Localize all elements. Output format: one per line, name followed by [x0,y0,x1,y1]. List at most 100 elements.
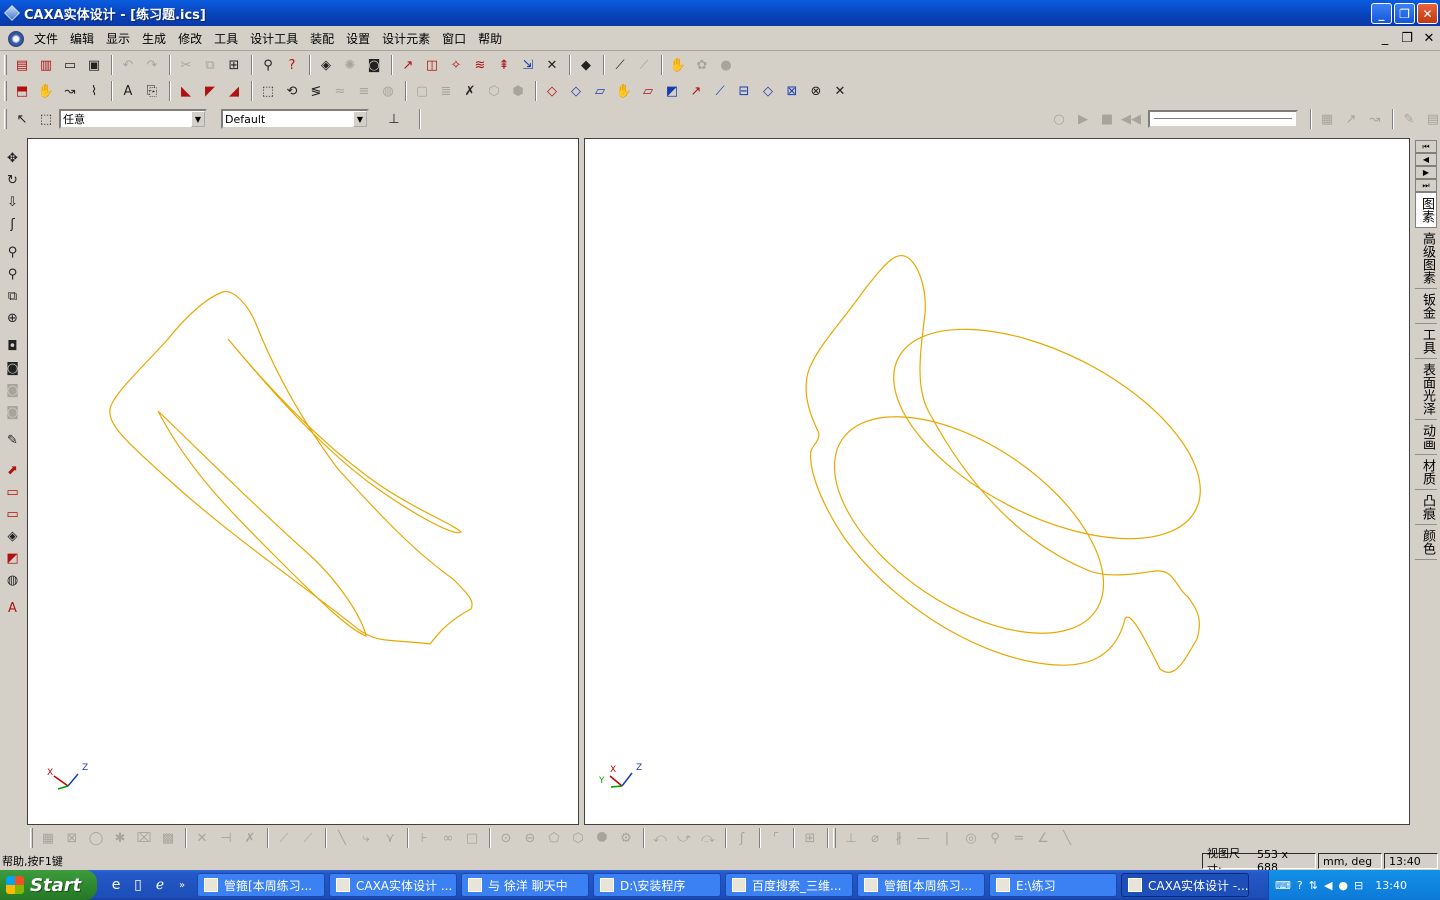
panel-tab[interactable]: 工具 [1415,324,1437,359]
context-help-icon[interactable]: ? [281,54,303,76]
transform-icon[interactable]: ⇲ [517,54,539,76]
sketch-stamp-icon[interactable]: ▩ [157,827,179,849]
anim-curve-icon[interactable]: ↝ [1364,108,1386,130]
constraint-tangent-icon[interactable]: ⌀ [864,827,886,849]
camera-move-icon[interactable]: ◙ [2,380,24,401]
select-box-icon[interactable]: ⬚ [35,108,57,130]
pan-icon[interactable]: ✥ [2,148,24,169]
record-icon[interactable]: ○ [1048,108,1070,130]
surface-loft-icon[interactable]: ◩ [661,80,683,102]
menu-tools[interactable]: 工具 [208,30,244,47]
network-icon[interactable]: ⇅ [1309,879,1318,892]
panel-tab[interactable]: 钣金 [1415,289,1437,324]
split-icon[interactable]: ▢ [411,80,433,102]
next-tab-icon[interactable]: ▶ [1415,166,1437,179]
revolve-solid-icon[interactable]: ✋ [35,80,57,102]
constraint-concentric-icon[interactable]: ◎ [960,827,982,849]
zoom-icon[interactable]: ⚲ [2,242,24,263]
task-button[interactable]: E:\练习 [989,873,1117,897]
lock-icon[interactable]: ⊟ [1354,879,1363,892]
camera-icon[interactable]: ◙ [363,54,385,76]
sketch-oct-icon[interactable]: ⯃ [591,827,613,849]
task-button[interactable]: 与 徐洋 聊天中 [461,873,589,897]
sketch-ellipse-icon[interactable]: ⊖ [519,827,541,849]
face-replace-icon[interactable]: ≡ [353,80,375,102]
trim-icon[interactable]: ✕ [541,54,563,76]
surface-plane-icon[interactable]: ◇ [541,80,563,102]
constraint-vertical-icon[interactable]: | [936,827,958,849]
view-side-icon[interactable]: ◩ [2,548,24,569]
rotate-view-icon[interactable]: ↻ [2,170,24,191]
view-top-icon[interactable]: ▭ [2,504,24,525]
panel-tab[interactable]: 表面光泽 [1415,359,1437,420]
surface-thicken-icon[interactable]: ✕ [829,80,851,102]
sketch-icon[interactable]: ↗ [397,54,419,76]
menu-generate[interactable]: 生成 [136,30,172,47]
browser-icon[interactable]: ℯ [149,874,171,896]
sketch-link-icon[interactable]: ∞ [437,827,459,849]
smart-dimension-icon[interactable]: ✎ [2,430,24,451]
paste-icon[interactable]: ⊞ [223,54,245,76]
copy-icon[interactable]: ⧉ [199,54,221,76]
subtract-icon[interactable]: ⬢ [507,80,529,102]
select-mode-dropdown[interactable]: 任意 ▼ [59,109,207,129]
constraint-slope-icon[interactable]: ╲ [1056,827,1078,849]
loft-solid-icon[interactable]: ⌇ [83,80,105,102]
task-button[interactable]: D:\安装程序 [593,873,721,897]
minimize-button[interactable]: _ [1371,3,1392,24]
paint-icon[interactable]: ⟋ [633,54,655,76]
doc-close-button[interactable]: ✕ [1420,29,1438,47]
menu-view[interactable]: 显示 [100,30,136,47]
menu-modify[interactable]: 修改 [172,30,208,47]
camera-orbit-icon[interactable]: ◙ [2,402,24,423]
task-button[interactable]: CAXA实体设计 -... [1121,873,1249,897]
menu-file[interactable]: 文件 [28,30,64,47]
text-icon[interactable]: A [117,80,139,102]
last-tab-icon[interactable]: ⏭ [1415,179,1437,192]
zoom-fit-icon[interactable]: ⧉ [2,286,24,307]
face-draft-icon[interactable]: ⟲ [281,80,303,102]
catalog-icon[interactable]: ◆ [575,54,597,76]
undo-icon[interactable]: ↶ [117,54,139,76]
constraint-perp-icon[interactable]: ⊥ [840,827,862,849]
menu-assembly[interactable]: 装配 [304,30,340,47]
animation-slider[interactable] [1148,110,1298,128]
task-button[interactable]: 管箍[本周练习... [197,873,325,897]
zoom-window-icon[interactable]: ⚲ [2,264,24,285]
panel-tab[interactable]: 材质 [1415,455,1437,490]
sketch-spline-icon[interactable]: ʃ [731,827,753,849]
doc-minimize-button[interactable]: _ [1376,29,1394,47]
panel-tab[interactable]: 图素 [1415,192,1437,228]
toolbar-grip[interactable] [4,81,7,101]
stop-icon[interactable]: ■ [1096,108,1118,130]
select-arrow-icon[interactable]: ↖ [11,108,33,130]
surface-split-icon[interactable]: ⊟ [733,80,755,102]
menu-help[interactable]: 帮助 [472,30,508,47]
new-drawing-icon[interactable]: ▥ [35,54,57,76]
constraint-angle-icon[interactable]: ∠ [1032,827,1054,849]
sketch-grid-icon[interactable]: ▦ [37,827,59,849]
redo-icon[interactable]: ↷ [141,54,163,76]
quicklaunch-more-icon[interactable]: » [171,874,193,896]
surface-offset-icon[interactable]: ⟋ [709,80,731,102]
sweep-solid-icon[interactable]: ↝ [59,80,81,102]
walk-icon[interactable]: ⇩ [2,192,24,213]
view-iso-icon[interactable]: ◈ [2,526,24,547]
extrude-icon[interactable]: ◫ [421,54,443,76]
anim-keyframe-icon[interactable]: ▦ [1316,108,1338,130]
render-mode-icon[interactable]: ◍ [2,570,24,591]
dynamic-icon[interactable]: ʃ [2,214,24,235]
shell-icon[interactable]: ◢ [223,80,245,102]
menu-design-tools[interactable]: 设计工具 [244,30,304,47]
qq-icon[interactable]: ● [1338,879,1348,892]
face-match-icon[interactable]: ◍ [377,80,399,102]
sketch-box-icon[interactable]: ⊠ [61,827,83,849]
anim-edit-icon[interactable]: ✎ [1398,108,1420,130]
sketch-center-circle-icon[interactable]: ⊙ [495,827,517,849]
sketch-gear-icon[interactable]: ⚙ [615,827,637,849]
sketch-trim-icon[interactable]: ⌧ [133,827,155,849]
chevron-down-icon[interactable]: ▼ [191,111,205,127]
sketch-arc3-icon[interactable]: ⤼ [697,827,719,849]
smart-render-icon[interactable]: ✋ [667,54,689,76]
face-offset-icon[interactable]: ≶ [305,80,327,102]
